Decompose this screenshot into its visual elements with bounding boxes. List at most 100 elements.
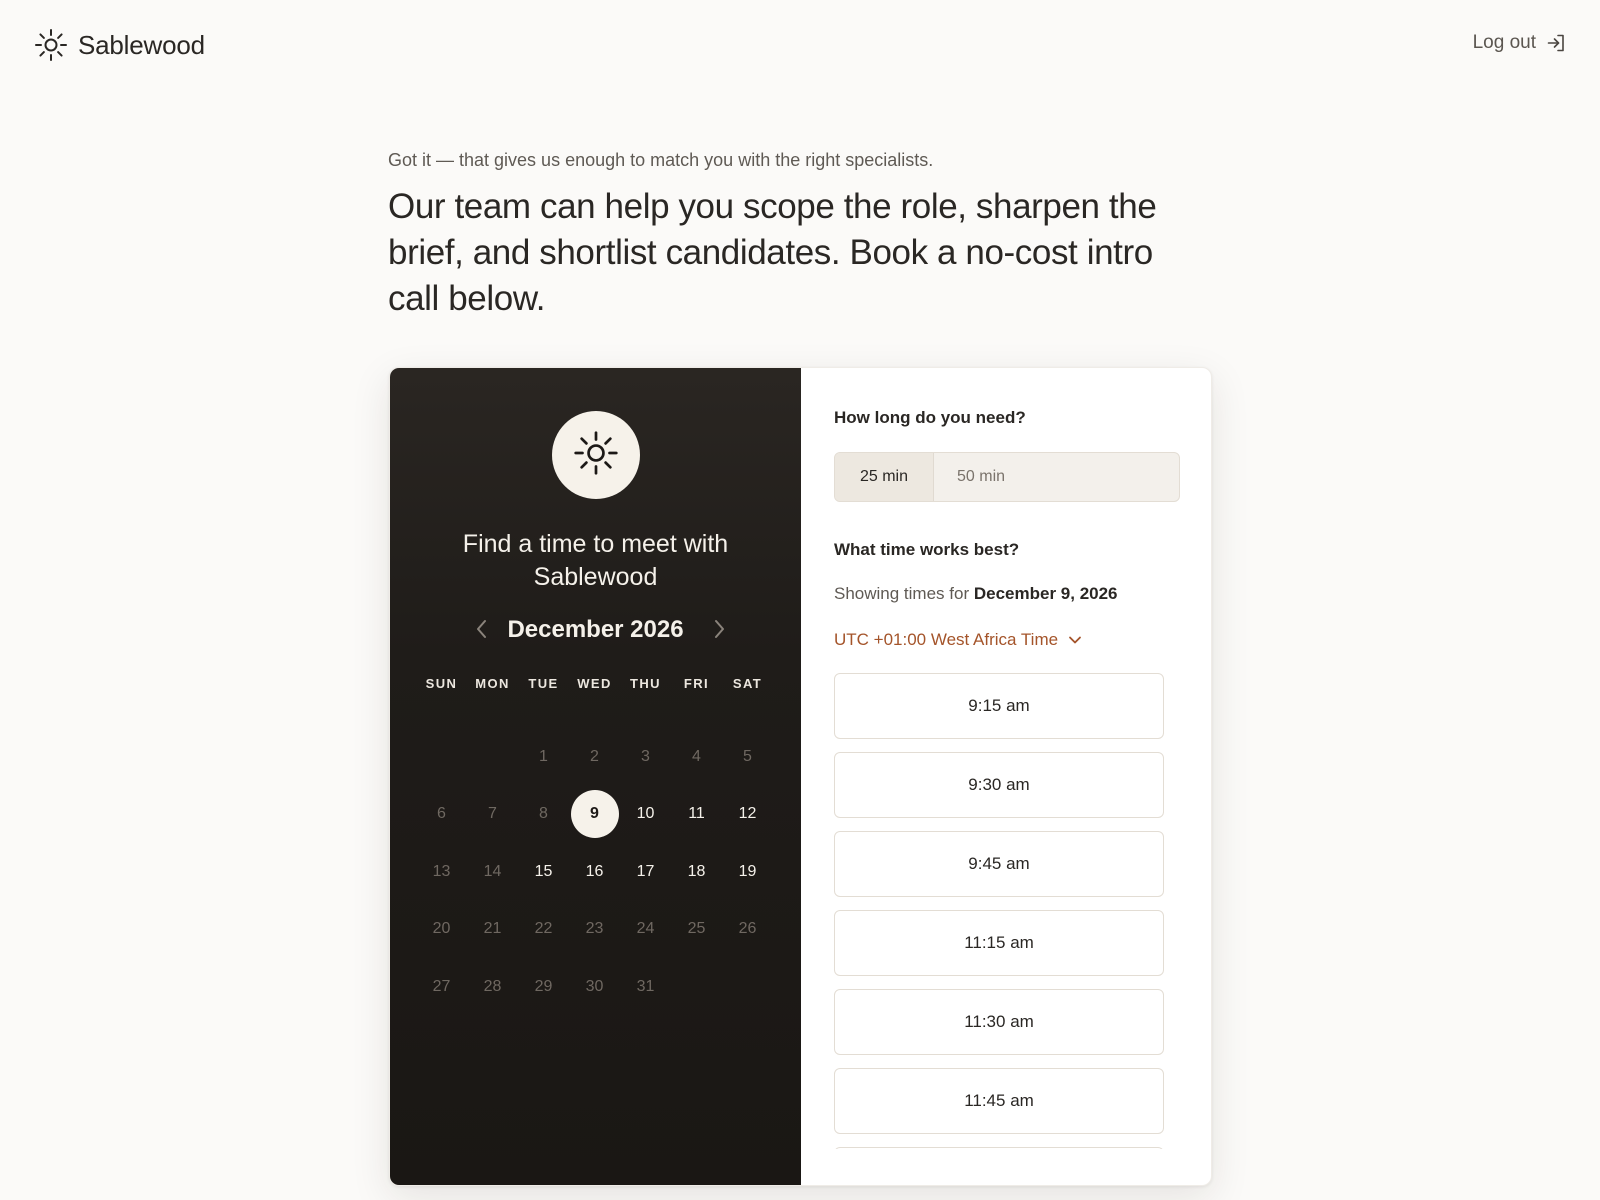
calendar-panel: Find a time to meet with Sablewood Decem… [390, 368, 801, 1185]
calendar-day: 20 [416, 901, 467, 959]
calendar-day: 14 [467, 843, 518, 901]
calendar-day-number: 3 [641, 747, 650, 765]
calendar-day-number: 30 [585, 977, 604, 995]
chevron-right-icon [712, 618, 726, 645]
intro-title: Our team can help you scope the role, sh… [388, 187, 1157, 318]
calendar-day[interactable]: 19 [722, 843, 773, 901]
calendar-day-number: 28 [483, 977, 502, 995]
weekday-label: THU [630, 676, 661, 691]
calendar-day: 29 [518, 958, 569, 1016]
calendar-day-number: 22 [534, 920, 553, 938]
calendar-blank-cell [416, 728, 467, 786]
calendar-day: 31 [620, 958, 671, 1016]
weekday-label: TUE [528, 676, 559, 691]
calendar-day: 8 [518, 786, 569, 844]
log-in-arrow-icon [1546, 33, 1566, 53]
calendar-day: 22 [518, 901, 569, 959]
calendar-day: 6 [416, 786, 467, 844]
weekday-label: MON [475, 676, 510, 691]
time-slot-button[interactable]: 9:30 am [834, 752, 1164, 818]
calendar-day: 24 [620, 901, 671, 959]
calendar-day-number: 23 [585, 920, 604, 938]
time-slot-button[interactable]: 11:15 am [834, 910, 1164, 976]
time-slot-list[interactable]: 9:15 am 9:30 am 9:45 am 11:15 am 11:30 am 11:… [834, 673, 1164, 1149]
duration-toggle: 25 min 50 min [834, 452, 1180, 502]
calendar-day-number: 12 [738, 805, 757, 823]
calendar-heading: Find a time to meet with Sablewood [462, 530, 729, 591]
time-slot-button[interactable]: 11:30 am [834, 989, 1164, 1055]
calendar-day: 13 [416, 843, 467, 901]
calendar-day: 2 [569, 728, 620, 786]
calendar-grid: SUN MON TUE WED THU FRI SAT 1 2 3 4 5 6 7 8 9 10 11 12 13 1… [416, 676, 776, 1016]
calendar-day[interactable]: 10 [620, 786, 671, 844]
month-label: December 2026 [507, 616, 684, 643]
timezone-label: UTC +01:00 West Africa Time [834, 630, 1059, 649]
logout-button[interactable]: Log out [1473, 32, 1566, 54]
calendar-day-number: 27 [432, 977, 451, 995]
calendar-day: 26 [722, 901, 773, 959]
calendar-day-number: 26 [738, 920, 757, 938]
weekday-label: WED [577, 676, 612, 691]
calendar-day-number: 8 [539, 805, 548, 823]
calendar-day-number: 11 [688, 805, 705, 823]
time-label: What time works best? [834, 540, 1020, 559]
calendar-day[interactable]: 17 [620, 843, 671, 901]
calendar-day-number: 31 [636, 977, 655, 995]
duration-label: How long do you need? [834, 408, 1026, 427]
calendar-day: 3 [620, 728, 671, 786]
calendar-day: 30 [569, 958, 620, 1016]
brand-logo[interactable]: Sablewood [34, 28, 205, 62]
showing-date: December 9, 2026 [973, 584, 1118, 603]
time-slot-button[interactable]: 9:45 am [834, 831, 1164, 897]
calendar-day-number: 19 [738, 862, 757, 880]
calendar-day: 23 [569, 901, 620, 959]
calendar-day-number: 6 [437, 805, 446, 823]
booking-card: Find a time to meet with Sablewood Decem… [389, 367, 1212, 1186]
sun-icon [573, 430, 619, 481]
calendar-day[interactable]: 12 [722, 786, 773, 844]
calendar-day: 28 [467, 958, 518, 1016]
calendar-day-number: 10 [636, 805, 655, 823]
intro-section: Got it — that gives us enough to match y… [388, 148, 1168, 322]
calendar-day: 1 [518, 728, 569, 786]
calendar-day-number: 20 [432, 920, 451, 938]
calendar-day[interactable]: 16 [569, 843, 620, 901]
calendar-day: 27 [416, 958, 467, 1016]
calendar-day[interactable]: 18 [671, 843, 722, 901]
duration-option-50[interactable]: 50 min [934, 453, 1179, 501]
calendar-day-number: 25 [687, 920, 706, 938]
sun-icon [34, 28, 68, 62]
calendar-day-number: 1 [539, 747, 548, 765]
next-month-button[interactable] [704, 616, 734, 646]
calendar-day-number: 9 [570, 790, 619, 839]
calendar-day-number: 16 [585, 862, 604, 880]
calendar-day[interactable]: 11 [671, 786, 722, 844]
calendar-day-number: 4 [692, 747, 701, 765]
calendar-day-number: 13 [432, 862, 451, 880]
calendar-day: 21 [467, 901, 518, 959]
calendar-day-number: 2 [590, 747, 599, 765]
calendar-day-number: 21 [483, 920, 502, 938]
calendar-day: 5 [722, 728, 773, 786]
calendar-blank-cell [467, 728, 518, 786]
timezone-selector[interactable]: UTC +01:00 West Africa Time [834, 630, 1082, 650]
calendar-day-selected[interactable]: 9 [569, 786, 620, 844]
calendar-day-number: 17 [636, 862, 655, 880]
calendar-day-number: 15 [534, 862, 553, 880]
duration-option-25[interactable]: 25 min [835, 453, 934, 501]
calendar-day: 7 [467, 786, 518, 844]
brand-name: Sablewood [78, 29, 205, 60]
chevron-down-icon [1068, 630, 1082, 650]
time-slot-button[interactable]: 11:45 am [834, 1068, 1164, 1134]
time-slot-button[interactable]: 9:15 am [834, 673, 1164, 739]
weekday-label: FRI [683, 676, 710, 691]
calendar-day-number: 5 [743, 747, 752, 765]
calendar-day-number: 18 [687, 862, 706, 880]
calendar-day-number: 29 [534, 977, 553, 995]
weekday-header: SUN MON TUE WED THU FRI SAT [416, 676, 776, 700]
calendar-day-number: 24 [636, 920, 655, 938]
calendar-day[interactable]: 15 [518, 843, 569, 901]
month-navigator: December 2026 [390, 612, 801, 652]
time-slot-button-partial[interactable] [834, 1147, 1164, 1149]
days-grid: 1 2 3 4 5 6 7 8 9 10 11 12 13 14 15 16 17 18 19 20 21 22 23 24 2… [416, 728, 776, 1016]
